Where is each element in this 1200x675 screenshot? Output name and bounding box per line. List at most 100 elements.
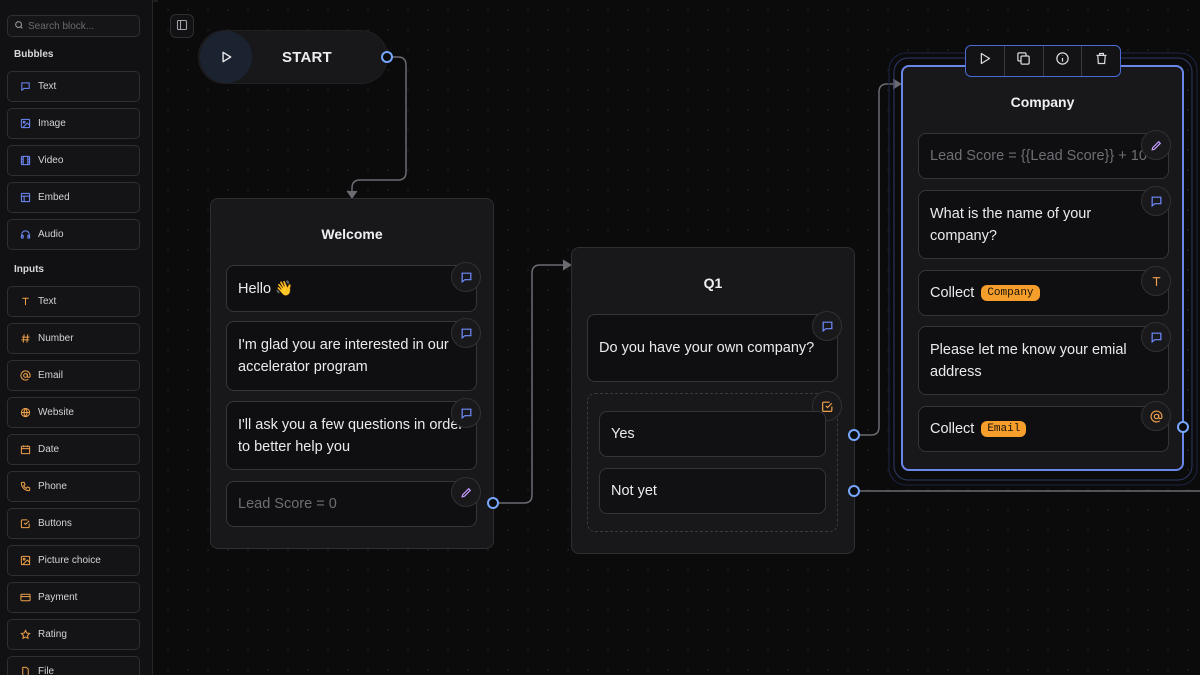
message-icon: [451, 262, 481, 292]
group-title: Welcome: [321, 226, 383, 242]
text-bubble-card[interactable]: Hello 👋: [226, 265, 477, 312]
blocks-sidebar: Bubbles Text Image Video Embed Audio Inp…: [0, 0, 153, 675]
text-bubble-card[interactable]: Do you have your own company?: [587, 314, 838, 382]
text-bubble-card[interactable]: What is the name of your company?: [918, 190, 1169, 259]
choice-yes-button[interactable]: Yes: [599, 411, 826, 457]
pencil-icon: [1141, 130, 1171, 160]
video-icon: [19, 155, 31, 167]
headphones-icon: [19, 229, 31, 241]
block-label: Text: [38, 296, 57, 307]
bubbles-section-title: Bubbles: [14, 49, 54, 60]
text-input-card[interactable]: Collect Company: [918, 270, 1169, 316]
block-input-date[interactable]: Date: [7, 434, 140, 465]
block-label: Embed: [38, 192, 70, 203]
choice-not-yet-button[interactable]: Not yet: [599, 468, 826, 514]
play-icon[interactable]: [200, 31, 252, 83]
toggle-sidebar-button[interactable]: [170, 14, 194, 38]
trash-icon: [1094, 51, 1109, 71]
pencil-icon: [451, 477, 481, 507]
set-variable-text: Lead Score = 0: [238, 496, 337, 512]
phone-icon: [19, 481, 31, 493]
text-icon: [1141, 266, 1171, 296]
block-input-rating[interactable]: Rating: [7, 619, 140, 650]
play-icon: [977, 51, 992, 71]
block-label: Audio: [38, 229, 64, 240]
image-icon: [19, 555, 31, 567]
block-input-website[interactable]: Website: [7, 397, 140, 428]
delete-group-button[interactable]: [1082, 46, 1120, 76]
bubble-text: Please let me know your emial address: [930, 341, 1127, 380]
search-input[interactable]: [28, 20, 128, 32]
start-node[interactable]: START: [198, 30, 388, 84]
file-icon: [19, 666, 31, 675]
choice-yes-port[interactable]: [848, 429, 860, 441]
text-bubble-card[interactable]: I'm glad you are interested in our accel…: [226, 321, 477, 391]
block-bubble-image[interactable]: Image: [7, 108, 140, 139]
block-input-file[interactable]: File: [7, 656, 140, 675]
inputs-section-title: Inputs: [14, 264, 44, 275]
set-variable-card[interactable]: Lead Score = 0: [226, 481, 477, 527]
block-label: Text: [38, 81, 57, 92]
block-input-payment[interactable]: Payment: [7, 582, 140, 613]
duplicate-group-button[interactable]: [1005, 46, 1044, 76]
info-icon: [1055, 51, 1070, 71]
company-output-port[interactable]: [1177, 421, 1189, 433]
message-icon: [812, 311, 842, 341]
block-label: Buttons: [38, 518, 72, 529]
set-variable-card[interactable]: Lead Score = {{Lead Score}} + 10: [918, 133, 1169, 179]
group-title: Company: [1010, 94, 1075, 110]
globe-icon: [19, 407, 31, 419]
choice-label: Not yet: [611, 483, 657, 499]
text-bubble-card[interactable]: Please let me know your emial address: [918, 326, 1169, 395]
block-bubble-video[interactable]: Video: [7, 145, 140, 176]
start-label: START: [282, 48, 332, 66]
copy-icon: [1016, 51, 1031, 71]
collect-label: Collect: [930, 421, 975, 437]
at-icon: [1141, 401, 1171, 431]
bubble-text: I'm glad you are interested in our accel…: [238, 337, 449, 375]
bubble-text: Hello 👋: [238, 280, 294, 297]
block-bubble-audio[interactable]: Audio: [7, 219, 140, 250]
choice-not-yet-port[interactable]: [848, 485, 860, 497]
at-icon: [19, 370, 31, 382]
block-input-email[interactable]: Email: [7, 360, 140, 391]
search-icon: [14, 17, 24, 35]
message-icon: [451, 398, 481, 428]
block-label: Email: [38, 370, 64, 381]
email-input-card[interactable]: Collect Email: [918, 406, 1169, 452]
search-block-field[interactable]: [7, 15, 140, 37]
group-title: Q1: [703, 275, 723, 291]
block-input-buttons[interactable]: Buttons: [7, 508, 140, 539]
bubble-text: What is the name of your company?: [930, 205, 1092, 244]
message-icon: [19, 81, 31, 93]
credit-card-icon: [19, 592, 31, 604]
block-bubble-text[interactable]: Text: [7, 71, 140, 102]
text-bubble-card[interactable]: I'll ask you a few questions in order to…: [226, 401, 477, 470]
message-icon: [1141, 186, 1171, 216]
message-icon: [451, 318, 481, 348]
welcome-output-port[interactable]: [487, 497, 499, 509]
start-output-port[interactable]: [381, 51, 393, 63]
bubble-text: I'll ask you a few questions in order to…: [238, 416, 464, 455]
calendar-icon: [19, 444, 31, 456]
block-label: Payment: [38, 592, 78, 603]
embed-icon: [19, 192, 31, 204]
block-input-text[interactable]: Text: [7, 286, 140, 317]
block-input-number[interactable]: Number: [7, 323, 140, 354]
block-input-phone[interactable]: Phone: [7, 471, 140, 502]
text-icon: [19, 296, 31, 308]
hash-icon: [19, 333, 31, 345]
info-group-button[interactable]: [1044, 46, 1083, 76]
bubble-text: Do you have your own company?: [599, 340, 815, 356]
collect-label: Collect: [930, 285, 975, 301]
block-label: Date: [38, 444, 60, 455]
block-label: File: [38, 666, 55, 675]
block-label: Number: [38, 333, 74, 344]
block-bubble-embed[interactable]: Embed: [7, 182, 140, 213]
set-variable-text: Lead Score = {{Lead Score}} + 10: [930, 148, 1147, 164]
image-icon: [19, 118, 31, 130]
block-input-picture-choice[interactable]: Picture choice: [7, 545, 140, 576]
block-label: Picture choice: [38, 555, 101, 566]
play-group-button[interactable]: [966, 46, 1005, 76]
choice-label: Yes: [611, 426, 635, 442]
